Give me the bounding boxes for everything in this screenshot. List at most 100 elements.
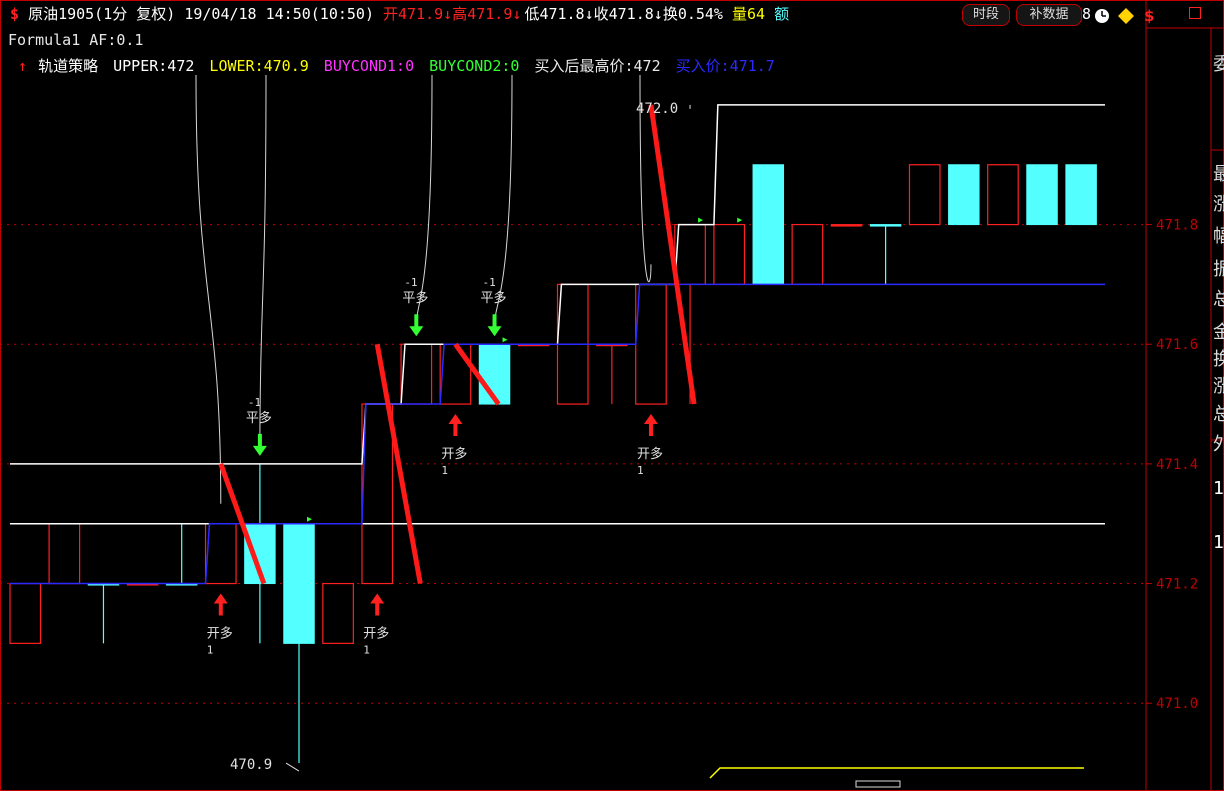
sell-arrow-icon bbox=[487, 314, 502, 337]
fill-data-button[interactable]: 补数据 bbox=[1016, 4, 1082, 26]
info-panel-glyph: 1 bbox=[1213, 532, 1224, 553]
candle-body bbox=[322, 582, 354, 644]
high-price-label: 472.0 bbox=[636, 101, 678, 117]
buy-signal-label: 开多 bbox=[207, 626, 233, 642]
candle-body bbox=[361, 403, 394, 585]
info-panel-glyph: 涨 bbox=[1213, 376, 1224, 397]
header-icons: $ bbox=[1095, 7, 1154, 25]
buy-arrow-icon bbox=[643, 414, 658, 437]
indicator-name: 轨道策略 bbox=[38, 57, 99, 75]
candle bbox=[9, 582, 42, 644]
signal-marker bbox=[502, 337, 508, 343]
sell-signal-label: 平多 bbox=[246, 410, 272, 426]
candle-body bbox=[439, 343, 472, 405]
buy-signal-count: 1 bbox=[207, 644, 214, 657]
buy-signal-count: 1 bbox=[637, 464, 644, 477]
signal-marker bbox=[307, 516, 313, 522]
y-tick-label: 471.0 bbox=[1156, 696, 1198, 712]
amount-readout: 额 bbox=[774, 5, 790, 23]
candle-body bbox=[830, 224, 863, 227]
sell-arrow-icon bbox=[252, 433, 267, 456]
candle bbox=[869, 224, 902, 285]
candle bbox=[596, 343, 628, 405]
info-panel-glyph: 1 bbox=[1213, 478, 1224, 499]
sell-signal-count: -1 bbox=[404, 276, 417, 289]
high-price: 高471.9↓ bbox=[452, 5, 522, 23]
upper-value: UPPER:472 bbox=[113, 57, 195, 75]
sell-signal-count: -1 bbox=[483, 276, 496, 289]
candle bbox=[165, 523, 198, 586]
y-tick-label: 471.4 bbox=[1156, 457, 1198, 473]
info-panel-glyph: 振 bbox=[1213, 259, 1224, 280]
candle-body bbox=[48, 523, 81, 585]
volume-readout: 量64 bbox=[732, 5, 766, 23]
candle-body bbox=[987, 164, 1019, 226]
header-tail: 8 bbox=[1082, 5, 1092, 23]
candle-body bbox=[713, 223, 746, 286]
candle bbox=[1065, 164, 1097, 226]
close-price: 收471.8↓ bbox=[593, 5, 663, 23]
signal-marker bbox=[737, 217, 743, 223]
info-panel-glyph: 外 bbox=[1213, 434, 1224, 455]
turnover-rate: 换0.54% bbox=[662, 5, 723, 23]
sell-arrow-icon bbox=[409, 314, 424, 337]
candle bbox=[204, 523, 237, 585]
candle-body bbox=[674, 223, 706, 286]
buy-arrow-icon bbox=[448, 414, 463, 437]
window-restore-icon[interactable] bbox=[1189, 7, 1201, 19]
dollar-icon[interactable]: $ bbox=[10, 5, 19, 23]
max-after-buy-value: 买入后最高价:472 bbox=[534, 57, 661, 75]
candle bbox=[322, 582, 354, 644]
candle-body bbox=[283, 523, 315, 644]
candle bbox=[830, 224, 863, 227]
datetime-readout: 19/04/18 14:50(10:50) bbox=[184, 5, 374, 23]
dollar-right-icon[interactable]: $ bbox=[1144, 7, 1154, 25]
indicator-legend: ↑ 轨道策略 UPPER:472 LOWER:470.9 BUYCOND1:0 … bbox=[18, 55, 781, 76]
candle bbox=[713, 223, 746, 286]
buy-signal-label: 开多 bbox=[441, 446, 467, 462]
info-panel-glyph: 委 bbox=[1213, 54, 1224, 75]
candle-body bbox=[9, 582, 42, 644]
info-panel-glyph: 幅 bbox=[1213, 226, 1224, 247]
diamond-icon[interactable] bbox=[1118, 8, 1134, 24]
low-price: 低471.8↓ bbox=[524, 5, 594, 23]
buy-signal-label: 开多 bbox=[637, 446, 663, 462]
candle bbox=[987, 164, 1019, 226]
candle-body bbox=[948, 164, 980, 226]
sell-signal-label: 平多 bbox=[402, 290, 428, 306]
candle bbox=[439, 343, 472, 405]
y-tick-label: 471.8 bbox=[1156, 218, 1198, 234]
buy-price-value: 买入价:471.7 bbox=[675, 57, 775, 75]
info-panel-glyph: 金 bbox=[1213, 322, 1224, 343]
info-panel-glyph: 总 bbox=[1213, 289, 1224, 310]
candle-body bbox=[635, 283, 667, 405]
header-bar: $ 原油1905(1分 复权) 19/04/18 14:50(10:50) 开4… bbox=[10, 5, 789, 23]
candle-body bbox=[869, 224, 902, 227]
candle-body bbox=[400, 343, 433, 405]
candle bbox=[948, 164, 980, 226]
candle bbox=[48, 523, 81, 585]
low-price-leader bbox=[285, 762, 300, 772]
info-panel-glyph: 换 bbox=[1213, 349, 1224, 370]
period-button[interactable]: 时段 bbox=[962, 4, 1010, 26]
candle bbox=[1026, 164, 1058, 226]
buycond1-value: BUYCOND1:0 bbox=[323, 57, 415, 75]
candle-body bbox=[1026, 164, 1058, 226]
signal-connector bbox=[195, 74, 222, 504]
buy-signal-label: 开多 bbox=[363, 626, 389, 642]
info-panel-glyph: 总 bbox=[1213, 404, 1224, 425]
candle bbox=[244, 463, 276, 644]
candlestick-chart[interactable]: 471.0471.2471.4471.6471.8开多1开多1开多1开多1-1平… bbox=[0, 0, 1224, 791]
buy-signal-count: 1 bbox=[363, 644, 370, 657]
buy-signal-count: 1 bbox=[441, 464, 448, 477]
buy-arrow-icon bbox=[213, 593, 228, 616]
y-tick-label: 471.2 bbox=[1156, 577, 1198, 593]
scroll-thumb bbox=[855, 780, 901, 788]
candle-body bbox=[791, 223, 824, 286]
candle-body bbox=[752, 164, 785, 285]
open-price: 开471.9↓ bbox=[383, 5, 453, 23]
candle-body bbox=[908, 164, 941, 226]
candle bbox=[752, 164, 785, 285]
yellow-indicator-line bbox=[709, 767, 1084, 779]
buycond2-value: BUYCOND2:0 bbox=[429, 57, 520, 75]
